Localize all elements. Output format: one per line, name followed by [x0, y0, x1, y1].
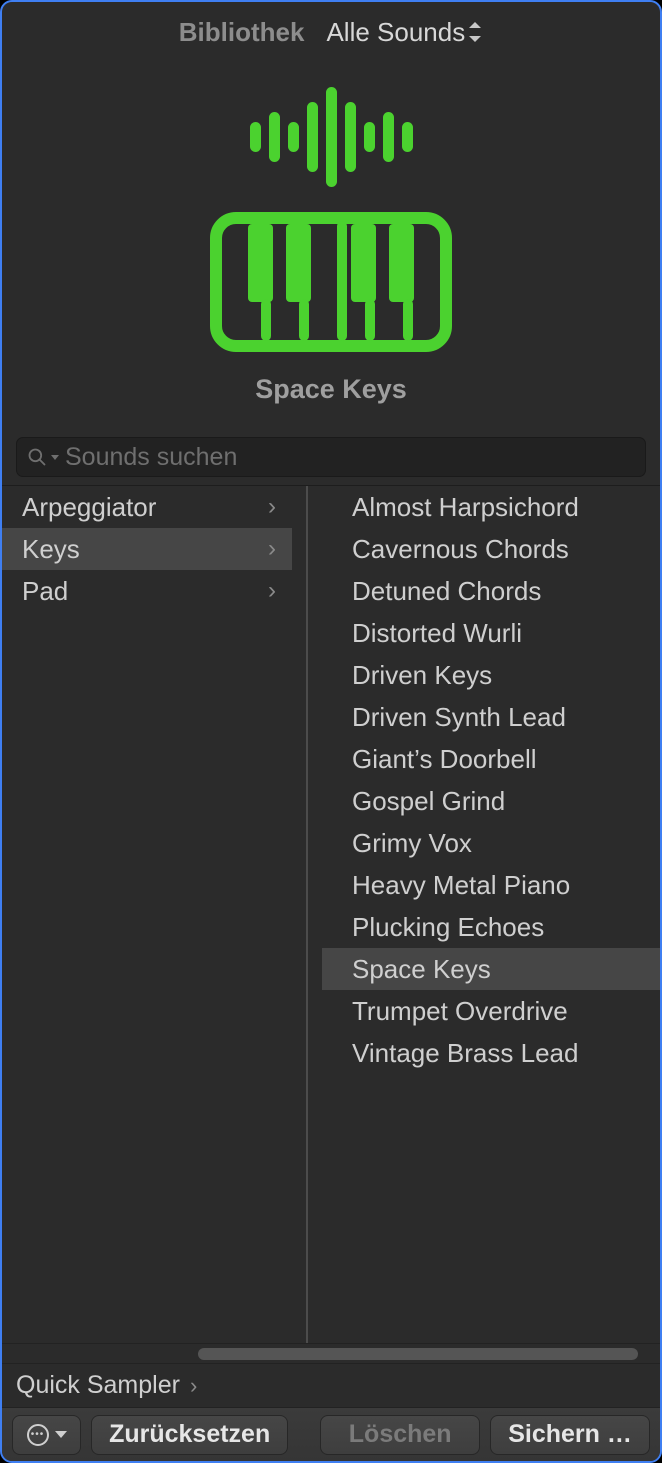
sound-row[interactable]: Grimy Vox: [322, 822, 660, 864]
actions-menu-button[interactable]: •••: [12, 1415, 81, 1455]
category-label: Arpeggiator: [22, 492, 156, 523]
keyboard-icon: [210, 212, 452, 352]
sound-label: Vintage Brass Lead: [352, 1038, 578, 1069]
delete-button[interactable]: Löschen: [320, 1415, 480, 1455]
category-label: Pad: [22, 576, 68, 607]
sound-label: Gospel Grind: [352, 786, 505, 817]
sound-label: Grimy Vox: [352, 828, 472, 859]
sound-row[interactable]: Giant’s Doorbell: [322, 738, 660, 780]
sound-row[interactable]: Trumpet Overdrive: [322, 990, 660, 1032]
sound-label: Cavernous Chords: [352, 534, 569, 565]
patch-title: Space Keys: [255, 374, 407, 405]
breadcrumb-segment: Quick Sampler: [16, 1371, 180, 1400]
category-row[interactable]: Arpeggiator ›: [2, 486, 292, 528]
chevron-right-icon: ›: [268, 577, 276, 605]
library-footer: ••• Zurücksetzen Löschen Sichern …: [2, 1407, 660, 1461]
ellipsis-circle-icon: •••: [27, 1424, 49, 1446]
search-container: [2, 425, 660, 485]
waveform-icon: [250, 82, 413, 192]
sound-label: Driven Synth Lead: [352, 702, 566, 733]
sound-row[interactable]: Distorted Wurli: [322, 612, 660, 654]
sound-label: Driven Keys: [352, 660, 492, 691]
reset-button[interactable]: Zurücksetzen: [91, 1415, 288, 1455]
sound-label: Giant’s Doorbell: [352, 744, 537, 775]
category-label: Keys: [22, 534, 80, 565]
search-icon: [27, 447, 47, 467]
sound-row[interactable]: Gospel Grind: [322, 780, 660, 822]
sound-row[interactable]: Almost Harpsichord: [322, 486, 660, 528]
sound-filter-label: Alle Sounds: [326, 17, 465, 48]
sound-column: Almost Harpsichord Cavernous Chords Detune…: [322, 486, 660, 1343]
column-divider[interactable]: [292, 486, 322, 1343]
sound-row[interactable]: Driven Synth Lead: [322, 696, 660, 738]
category-row[interactable]: Keys ›: [2, 528, 292, 570]
sound-label: Plucking Echoes: [352, 912, 544, 943]
scrollbar-thumb[interactable]: [198, 1348, 638, 1360]
sound-row[interactable]: Plucking Echoes: [322, 906, 660, 948]
sound-label: Distorted Wurli: [352, 618, 522, 649]
category-column: Arpeggiator › Keys › Pad ›: [2, 486, 292, 1343]
sound-row[interactable]: Heavy Metal Piano: [322, 864, 660, 906]
sound-browser: Arpeggiator › Keys › Pad › Almost Harpsichord…: [2, 485, 660, 1343]
sound-row[interactable]: Cavernous Chords: [322, 528, 660, 570]
search-menu-caret-icon: [51, 455, 59, 460]
library-panel: Bibliothek Alle Sounds: [0, 0, 662, 1463]
horizontal-scrollbar[interactable]: [2, 1343, 660, 1363]
search-input[interactable]: [65, 443, 635, 472]
patch-breadcrumb[interactable]: Quick Sampler ›: [2, 1363, 660, 1407]
sound-row[interactable]: Space Keys: [322, 948, 660, 990]
updown-caret-icon: [469, 22, 483, 42]
save-button[interactable]: Sichern …: [490, 1415, 650, 1455]
sound-label: Trumpet Overdrive: [352, 996, 568, 1027]
search-field[interactable]: [16, 437, 646, 477]
chevron-right-icon: ›: [190, 1373, 197, 1399]
chevron-right-icon: ›: [268, 493, 276, 521]
category-row[interactable]: Pad ›: [2, 570, 292, 612]
sound-row[interactable]: Driven Keys: [322, 654, 660, 696]
chevron-right-icon: ›: [268, 535, 276, 563]
sound-row[interactable]: Detuned Chords: [322, 570, 660, 612]
sound-label: Heavy Metal Piano: [352, 870, 570, 901]
sound-label: Space Keys: [352, 954, 491, 985]
sound-filter-dropdown[interactable]: Alle Sounds: [326, 17, 483, 48]
library-header: Bibliothek Alle Sounds: [2, 2, 660, 62]
sound-label: Detuned Chords: [352, 576, 541, 607]
sound-row[interactable]: Vintage Brass Lead: [322, 1032, 660, 1074]
sound-label: Almost Harpsichord: [352, 492, 579, 523]
library-label: Bibliothek: [179, 17, 305, 48]
patch-hero: Space Keys: [2, 62, 660, 425]
chevron-down-icon: [55, 1431, 67, 1438]
